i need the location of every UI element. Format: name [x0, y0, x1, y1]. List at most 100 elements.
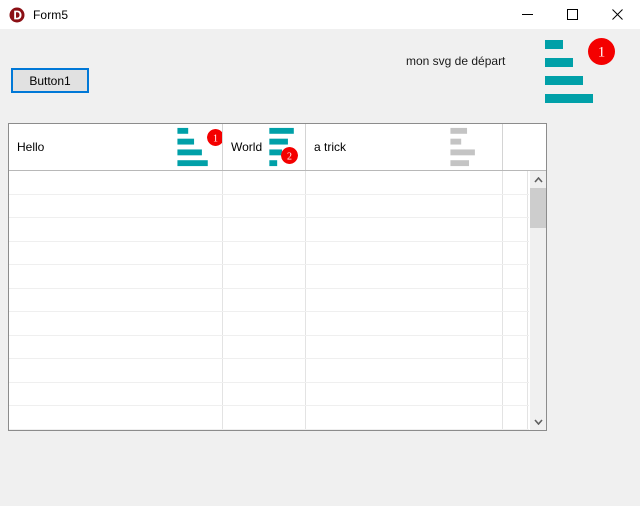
table-cell[interactable]: [223, 241, 306, 264]
table-row[interactable]: [9, 359, 529, 383]
table-cell[interactable]: [223, 335, 306, 358]
badge-text: 2: [287, 152, 292, 163]
data-grid-header: Hello 1 World 2 a trick: [9, 124, 546, 171]
table-row[interactable]: [9, 171, 529, 195]
scrollbar-thumb[interactable]: [530, 188, 546, 228]
data-grid-body: [9, 171, 546, 430]
data-grid-rows[interactable]: [9, 171, 529, 430]
column-header-blank[interactable]: [503, 124, 545, 170]
maximize-icon: [567, 9, 578, 20]
column-header-a-trick[interactable]: a trick: [306, 124, 503, 170]
table-row[interactable]: [9, 265, 529, 289]
bar: [269, 160, 278, 167]
table-cell[interactable]: [9, 335, 223, 358]
table-row[interactable]: [9, 406, 529, 430]
table-cell[interactable]: [223, 406, 306, 429]
table-cell[interactable]: [306, 265, 503, 288]
svg-caption-label: mon svg de départ: [406, 54, 506, 68]
table-cell[interactable]: [306, 312, 503, 335]
table-cell[interactable]: [306, 194, 503, 217]
maximize-button[interactable]: [550, 0, 595, 29]
scroll-up-button[interactable]: [530, 171, 546, 188]
table-cell[interactable]: [503, 382, 528, 405]
table-cell[interactable]: [306, 382, 503, 405]
column-badge-hello: 1: [207, 129, 222, 146]
table-cell[interactable]: [223, 194, 306, 217]
table-row[interactable]: [9, 241, 529, 265]
bar: [450, 160, 470, 167]
bar: [450, 127, 468, 134]
table-row[interactable]: [9, 382, 529, 406]
table-row[interactable]: [9, 194, 529, 218]
table-cell[interactable]: [223, 171, 306, 194]
scroll-down-button[interactable]: [530, 413, 546, 430]
title-bar: Form5: [0, 0, 640, 29]
app-window: Form5 Button1 mon svg de départ 1 Hello …: [0, 0, 640, 506]
table-cell[interactable]: [503, 241, 528, 264]
table-cell[interactable]: [9, 312, 223, 335]
table-cell[interactable]: [9, 359, 223, 382]
column-header-a-trick-label: a trick: [314, 140, 347, 154]
chevron-down-icon: [534, 418, 543, 425]
table-row[interactable]: [9, 288, 529, 312]
table-cell[interactable]: [503, 265, 528, 288]
bar: [545, 76, 583, 85]
column-header-world[interactable]: World 2: [223, 124, 306, 170]
table-cell[interactable]: [223, 382, 306, 405]
table-cell[interactable]: [9, 406, 223, 429]
table-cell[interactable]: [9, 194, 223, 217]
bar: [177, 160, 208, 167]
table-cell[interactable]: [503, 171, 528, 194]
table-cell[interactable]: [306, 359, 503, 382]
table-cell[interactable]: [503, 218, 528, 241]
table-cell[interactable]: [306, 288, 503, 311]
table-cell[interactable]: [503, 335, 528, 358]
close-button[interactable]: [595, 0, 640, 29]
bar: [269, 127, 294, 134]
table-cell[interactable]: [306, 406, 503, 429]
chevron-up-icon: [534, 176, 543, 183]
table-cell[interactable]: [306, 335, 503, 358]
table-cell[interactable]: [503, 288, 528, 311]
table-cell[interactable]: [9, 288, 223, 311]
table-cell[interactable]: [9, 171, 223, 194]
bar: [545, 58, 573, 67]
table-cell[interactable]: [503, 406, 528, 429]
data-grid[interactable]: Hello 1 World 2 a trick: [8, 123, 547, 431]
table-cell[interactable]: [503, 359, 528, 382]
table-cell[interactable]: [223, 218, 306, 241]
table-cell[interactable]: [306, 241, 503, 264]
table-cell[interactable]: [9, 218, 223, 241]
column-header-hello[interactable]: Hello 1: [9, 124, 223, 170]
table-row[interactable]: [9, 312, 529, 336]
gray-bars-icon: [450, 127, 475, 167]
vertical-scrollbar[interactable]: [529, 171, 546, 430]
bar: [177, 138, 195, 145]
window-title: Form5: [33, 7, 69, 22]
scrollbar-track[interactable]: [530, 228, 546, 413]
table-cell[interactable]: [503, 312, 528, 335]
window-controls: [505, 0, 640, 29]
table-cell[interactable]: [306, 218, 503, 241]
bar: [269, 138, 288, 145]
column-header-world-label: World: [231, 140, 263, 154]
close-icon: [612, 9, 623, 20]
table-cell[interactable]: [223, 288, 306, 311]
table-cell[interactable]: [9, 265, 223, 288]
table-row[interactable]: [9, 218, 529, 242]
letter-d-circle-icon: [9, 7, 25, 22]
table-row[interactable]: [9, 335, 529, 359]
table-cell[interactable]: [223, 359, 306, 382]
minimize-icon: [522, 14, 533, 15]
table-cell[interactable]: [306, 171, 503, 194]
table-cell[interactable]: [223, 312, 306, 335]
table-cell[interactable]: [9, 241, 223, 264]
table-cell[interactable]: [223, 265, 306, 288]
button1[interactable]: Button1: [11, 68, 89, 93]
bar: [545, 40, 563, 49]
table-cell[interactable]: [503, 194, 528, 217]
table-cell[interactable]: [9, 382, 223, 405]
minimize-button[interactable]: [505, 0, 550, 29]
badge-text: 1: [213, 134, 218, 145]
top-badge: 1: [588, 38, 615, 65]
